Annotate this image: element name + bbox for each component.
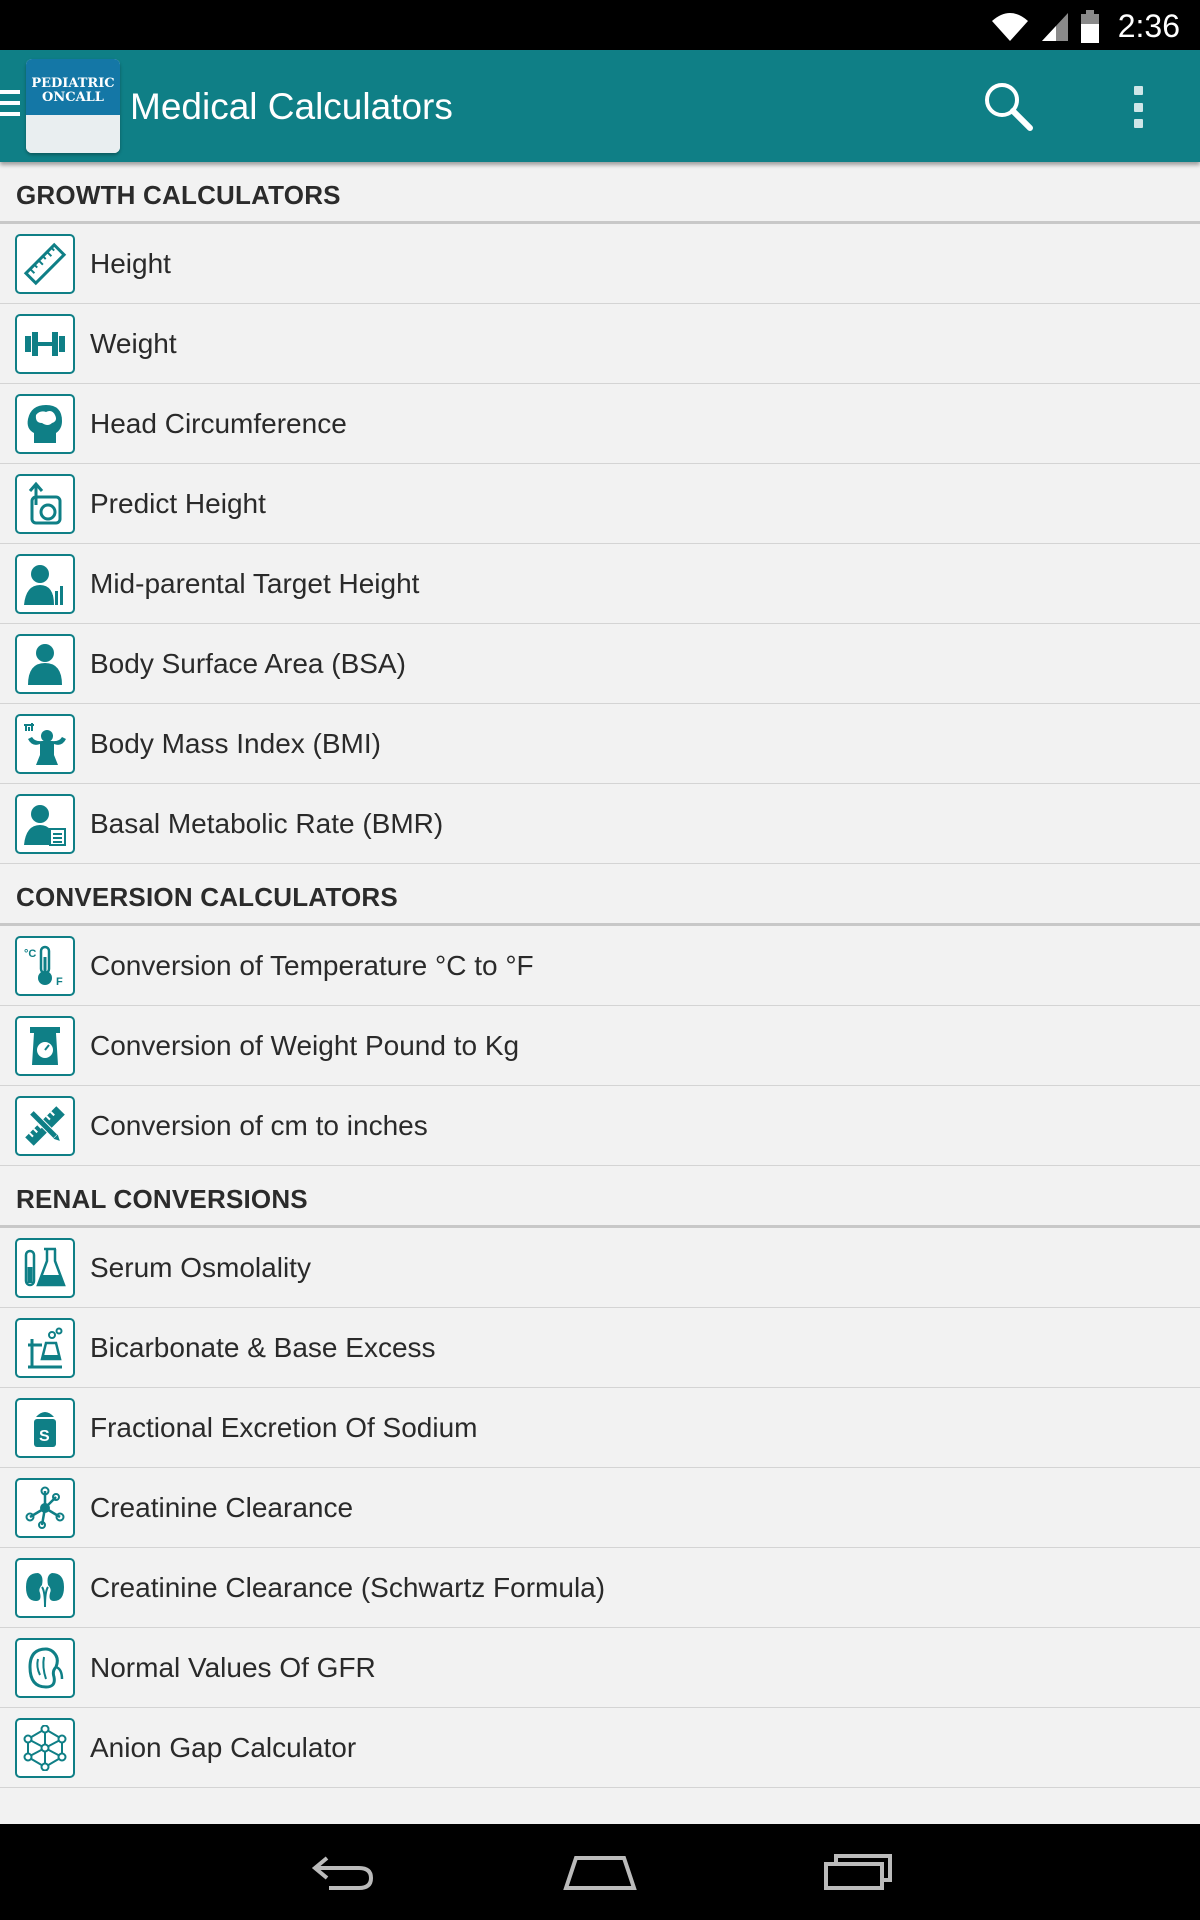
item-label: Predict Height: [90, 487, 266, 519]
menu-icon[interactable]: [0, 90, 22, 122]
ruler-icon: [15, 233, 75, 294]
list-item-temperature-conversion[interactable]: °C F Conversion of Temperature °C to °F: [0, 926, 1200, 1006]
home-button[interactable]: [560, 1844, 640, 1900]
logo-line1: PEDIATRIC: [31, 76, 115, 91]
molecule-icon: [15, 1477, 75, 1538]
svg-text:S: S: [39, 1428, 50, 1445]
page-title: Medical Calculators: [130, 86, 453, 127]
status-bar: 2:36: [0, 0, 1200, 50]
section-header-renal: RENAL CONVERSIONS: [0, 1166, 1200, 1228]
back-icon: [311, 1856, 374, 1890]
section-header-growth: GROWTH CALCULATORS: [0, 162, 1200, 224]
list-item-serum-osmolality[interactable]: Serum Osmolality: [0, 1228, 1200, 1308]
item-label: Creatinine Clearance (Schwartz Formula): [90, 1571, 606, 1603]
recents-button[interactable]: [818, 1844, 898, 1900]
list-item-height[interactable]: Height: [0, 224, 1200, 304]
home-icon: [563, 1856, 637, 1890]
person-chart-icon: [15, 553, 75, 614]
item-label: Creatinine Clearance: [90, 1491, 354, 1523]
search-button[interactable]: [980, 78, 1036, 134]
logo-line2: ONCALL: [42, 90, 104, 105]
search-icon: [985, 83, 1033, 131]
item-label: Conversion of Temperature °C to °F: [90, 949, 534, 981]
list-item-creatinine-clearance[interactable]: Creatinine Clearance: [0, 1468, 1200, 1548]
thermometer-icon: °C F: [15, 935, 75, 996]
section-header-conversion: CONVERSION CALCULATORS: [0, 864, 1200, 926]
list-item-weight-conversion[interactable]: Conversion of Weight Pound to Kg: [0, 1006, 1200, 1086]
item-label: Conversion of Weight Pound to Kg: [90, 1029, 520, 1061]
list-item-anion-gap-calculator[interactable]: Anion Gap Calculator: [0, 1708, 1200, 1788]
item-label: Conversion of cm to inches: [90, 1109, 428, 1141]
list-item-body-mass-index[interactable]: Body Mass Index (BMI): [0, 704, 1200, 784]
salt-shaker-icon: S: [15, 1397, 75, 1458]
navigation-bar: [0, 1824, 1200, 1920]
item-label: Head Circumference: [90, 407, 347, 439]
battery-icon: [1080, 9, 1099, 43]
list-item-fractional-excretion-sodium[interactable]: S Fractional Excretion Of Sodium: [0, 1388, 1200, 1468]
app-logo[interactable]: PEDIATRIC ONCALL: [26, 59, 120, 153]
scale-icon: [15, 1015, 75, 1076]
item-label: Bicarbonate & Base Excess: [90, 1331, 436, 1363]
wifi-icon: [991, 12, 1028, 41]
item-label: Anion Gap Calculator: [90, 1731, 357, 1763]
app-bar: PEDIATRIC ONCALL Medical Calculators: [0, 50, 1200, 162]
list-item-predict-height[interactable]: Predict Height: [0, 464, 1200, 544]
person-calculator-icon: [15, 793, 75, 854]
dumbbell-icon: [15, 313, 75, 374]
item-label: Normal Values Of GFR: [90, 1651, 376, 1683]
section-header-partial: [0, 1788, 1200, 1824]
muscle-icon: [15, 713, 75, 774]
signal-icon: [1041, 12, 1068, 41]
lab-stand-icon: [15, 1317, 75, 1378]
back-button[interactable]: [304, 1844, 384, 1900]
head-brain-icon: [15, 393, 75, 454]
item-label: Fractional Excretion Of Sodium: [90, 1411, 478, 1443]
list-item-body-surface-area[interactable]: Body Surface Area (BSA): [0, 624, 1200, 704]
item-label: Mid-parental Target Height: [90, 567, 420, 599]
ruler-pencil-icon: [15, 1095, 75, 1156]
recents-icon: [824, 1854, 892, 1890]
list-item-head-circumference[interactable]: Head Circumference: [0, 384, 1200, 464]
kidney-icon: [15, 1637, 75, 1698]
network-icon: [15, 1717, 75, 1778]
list-item-creatinine-clearance-schwartz[interactable]: Creatinine Clearance (Schwartz Formula): [0, 1548, 1200, 1628]
list-item-mid-parental-target-height[interactable]: Mid-parental Target Height: [0, 544, 1200, 624]
item-label: Serum Osmolality: [90, 1251, 311, 1283]
status-time: 2:36: [1117, 8, 1180, 44]
item-label: Height: [90, 247, 171, 279]
calculator-list: GROWTH CALCULATORS Height Weight Head Ci…: [0, 162, 1200, 1824]
kidneys-icon: [15, 1557, 75, 1618]
item-label: Body Surface Area (BSA): [90, 647, 406, 679]
flask-icon: [15, 1237, 75, 1298]
item-label: Weight: [90, 327, 177, 359]
list-item-basal-metabolic-rate[interactable]: Basal Metabolic Rate (BMR): [0, 784, 1200, 864]
overflow-menu-icon[interactable]: [1126, 80, 1150, 134]
item-label: Body Mass Index (BMI): [90, 727, 381, 759]
svg-text:F: F: [56, 976, 63, 988]
list-item-weight[interactable]: Weight: [0, 304, 1200, 384]
predict-height-icon: [15, 473, 75, 534]
body-icon: [15, 633, 75, 694]
item-label: Basal Metabolic Rate (BMR): [90, 807, 444, 839]
list-item-cm-to-inches[interactable]: Conversion of cm to inches: [0, 1086, 1200, 1166]
list-item-bicarbonate-base-excess[interactable]: Bicarbonate & Base Excess: [0, 1308, 1200, 1388]
list-item-normal-values-gfr[interactable]: Normal Values Of GFR: [0, 1628, 1200, 1708]
svg-text:°C: °C: [24, 948, 36, 960]
